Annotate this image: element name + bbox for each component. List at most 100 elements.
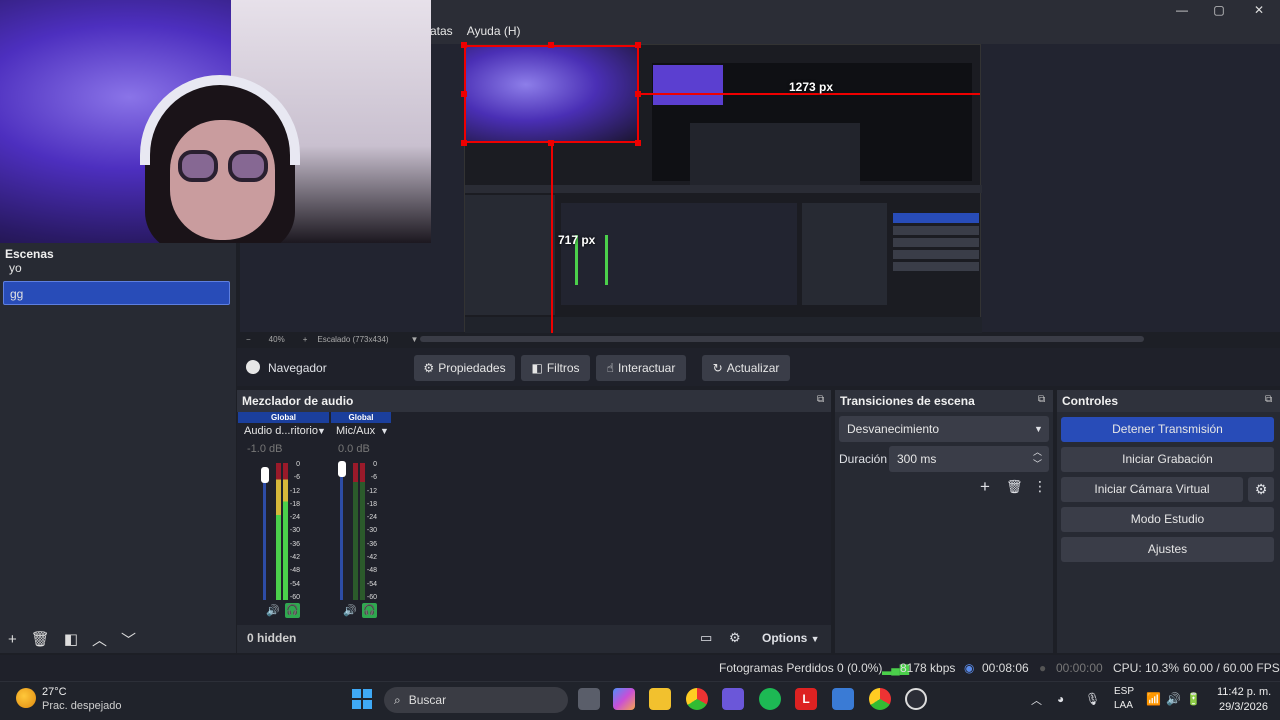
chevron-down-icon[interactable]: ▼ xyxy=(380,426,389,436)
obs-icon[interactable] xyxy=(905,688,927,710)
menu-bar: atas Ayuda (H) xyxy=(430,20,521,42)
menu-item-ayuda[interactable]: Ayuda (H) xyxy=(467,24,521,38)
move-down-icon[interactable]: ﹀ xyxy=(121,629,136,650)
properties-label: Propiedades xyxy=(438,361,506,375)
resize-handle[interactable] xyxy=(461,91,467,97)
language-code[interactable]: ESP xyxy=(1114,686,1134,697)
preview-scrollbar[interactable] xyxy=(420,336,1144,342)
store-icon[interactable] xyxy=(832,688,854,710)
microphone-icon[interactable]: 🎙 xyxy=(1085,692,1100,706)
transitions-title: Transiciones de escena xyxy=(835,390,1053,412)
task-view-icon[interactable] xyxy=(578,688,600,710)
weather-icon[interactable] xyxy=(16,688,36,708)
keyboard-layout[interactable]: LAA xyxy=(1114,700,1133,711)
stop-streaming-button[interactable]: Detener Transmisión xyxy=(1061,417,1274,442)
headphones-icon[interactable]: 🎧 xyxy=(285,603,300,618)
selected-source-webcam[interactable] xyxy=(464,45,639,143)
scale-mode[interactable]: Escalado (773x434) xyxy=(317,335,388,344)
chevron-down-icon: ▼ xyxy=(810,634,820,644)
measure-horizontal-label: 1273 px xyxy=(789,80,834,94)
float-dock-icon[interactable]: ⧉ xyxy=(1265,394,1272,405)
menu-item-herramientas[interactable]: atas xyxy=(430,24,453,38)
start-virtual-camera-button[interactable]: Iniciar Cámara Virtual xyxy=(1061,477,1243,502)
close-button[interactable]: ✕ xyxy=(1239,2,1279,18)
mixer-settings-icon[interactable]: ⚙ xyxy=(729,630,741,646)
headphones-icon[interactable]: 🎧 xyxy=(362,603,377,618)
studio-mode-button[interactable]: Modo Estudio xyxy=(1061,507,1274,532)
fader-knob[interactable] xyxy=(261,467,269,483)
weather-desc[interactable]: Prac. despejado xyxy=(42,700,122,712)
resize-handle[interactable] xyxy=(461,42,467,48)
record-icon: ● xyxy=(1039,661,1047,675)
weather-temp[interactable]: 27°C xyxy=(42,686,67,698)
audio-mixer-area xyxy=(237,412,831,625)
resize-handle[interactable] xyxy=(635,140,641,146)
trash-icon[interactable]: 🗑 xyxy=(1006,479,1023,495)
search-box[interactable]: ⌕ Buscar xyxy=(384,687,568,713)
clock-time[interactable]: 11:42 p. m. xyxy=(1217,686,1271,698)
zoom-level: 40% xyxy=(268,334,285,344)
stream-icon: ◉ xyxy=(964,661,975,675)
chrome-profile-icon[interactable] xyxy=(869,688,891,710)
record-time: 00:00:00 xyxy=(1056,661,1103,675)
spotify-icon[interactable] xyxy=(759,688,781,710)
move-up-icon[interactable]: ︿ xyxy=(92,629,107,650)
speaker-icon[interactable]: 🔊 xyxy=(343,604,357,617)
float-dock-icon[interactable]: ⧉ xyxy=(1038,394,1045,405)
clock-date[interactable]: 29/3/2026 xyxy=(1219,701,1268,713)
resize-handle[interactable] xyxy=(461,140,467,146)
maximize-button[interactable]: ▢ xyxy=(1199,2,1239,18)
gear-icon[interactable]: ⚙ xyxy=(1248,477,1274,502)
float-dock-icon[interactable]: ⧉ xyxy=(817,394,824,405)
chevron-up-icon[interactable]: ︿ xyxy=(1031,692,1042,708)
volume-icon[interactable]: 🔊 xyxy=(1166,692,1181,706)
resize-handle[interactable] xyxy=(635,42,641,48)
windows-start-icon[interactable] xyxy=(352,689,372,709)
wifi-icon[interactable]: 📶 xyxy=(1146,692,1161,706)
options-button[interactable]: Options ▼ xyxy=(762,631,820,645)
properties-button[interactable]: ⚙ Propiedades xyxy=(414,355,515,381)
zoom-in-button[interactable]: + xyxy=(303,335,308,344)
channel-name[interactable]: Mic/Aux xyxy=(336,425,375,437)
add-transition-icon[interactable]: + xyxy=(980,477,990,497)
filters-button[interactable]: ◧ Filtros xyxy=(521,355,590,381)
filters-label: Filtros xyxy=(546,361,580,375)
chrome-icon[interactable] xyxy=(686,688,708,710)
channel-name[interactable]: Audio d...ritorio xyxy=(244,425,318,437)
fader-knob[interactable] xyxy=(338,461,346,477)
volume-fader[interactable] xyxy=(263,470,266,600)
mixer-layout-icon[interactable]: ▭ xyxy=(700,630,712,646)
scene-item-yo[interactable]: yo xyxy=(3,256,230,280)
options-label: Options xyxy=(762,631,808,645)
gamepad-icon[interactable] xyxy=(722,688,744,710)
transition-select[interactable]: Desvanecimiento xyxy=(839,416,1049,442)
level-meter xyxy=(353,463,358,600)
app-l-icon[interactable]: L xyxy=(795,688,817,710)
settings-button[interactable]: Ajustes xyxy=(1061,537,1274,562)
duration-stepper[interactable]: ︿ ﹀ xyxy=(1033,446,1042,470)
start-recording-button[interactable]: Iniciar Grabación xyxy=(1061,447,1274,472)
more-options-icon[interactable]: ⋮ xyxy=(1033,478,1047,495)
scene-item-gg[interactable]: gg xyxy=(3,281,230,305)
controls-title: Controles xyxy=(1057,390,1280,412)
channel-global-badge: Global xyxy=(238,412,329,423)
tray-app-icon[interactable]: ◕ xyxy=(1057,692,1064,706)
refresh-button[interactable]: ↻ Actualizar xyxy=(702,355,790,381)
file-explorer-icon[interactable] xyxy=(649,688,671,710)
add-scene-icon[interactable]: + xyxy=(8,631,17,648)
distance-guide-vertical xyxy=(551,143,553,333)
minimize-button[interactable]: — xyxy=(1162,2,1202,18)
copilot-icon[interactable] xyxy=(613,688,635,710)
chevron-down-icon[interactable]: ▼ xyxy=(317,426,326,436)
chevron-down-icon[interactable]: ▼ xyxy=(1034,424,1043,434)
interact-button[interactable]: ☝ Interactuar xyxy=(596,355,686,381)
battery-icon[interactable]: 🔋 xyxy=(1186,692,1201,706)
duration-input[interactable]: 300 ms xyxy=(889,446,1049,472)
zoom-out-button[interactable]: − xyxy=(246,335,251,344)
speaker-icon[interactable]: 🔊 xyxy=(266,604,280,617)
volume-fader[interactable] xyxy=(340,470,343,600)
chevron-down-icon[interactable]: ▼ xyxy=(411,335,419,344)
filters-icon[interactable]: ◧ xyxy=(64,630,78,648)
trash-icon[interactable]: 🗑 xyxy=(31,630,50,648)
resize-handle[interactable] xyxy=(548,42,554,48)
